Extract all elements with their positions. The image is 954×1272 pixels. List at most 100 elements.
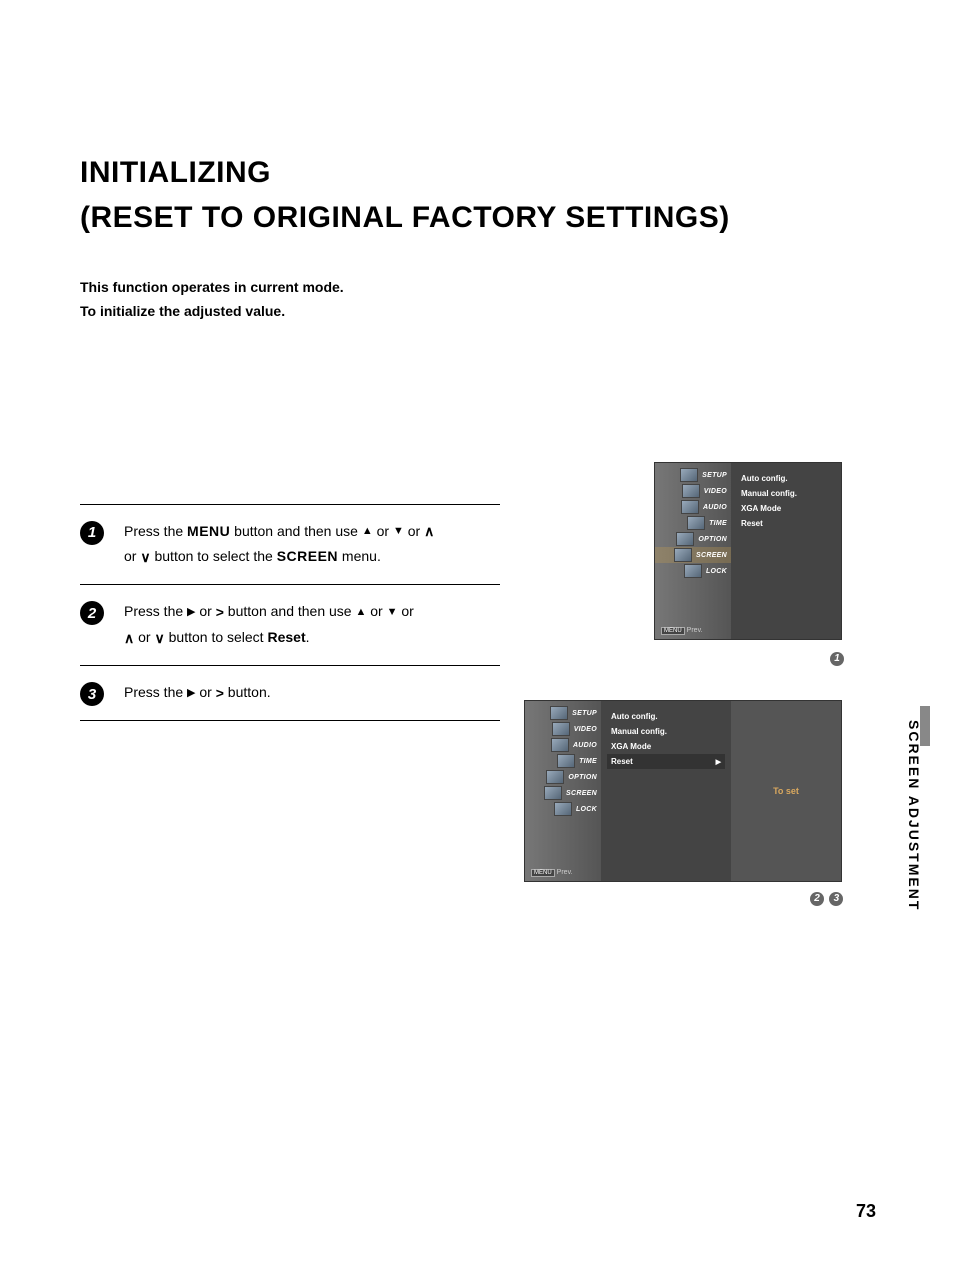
down-icon: ▼ [393, 522, 404, 542]
osd-tab-time: TIME [655, 515, 731, 531]
osd-options: Auto config. Manual config. XGA Mode Res… [731, 463, 841, 639]
osd-sidebar: SETUP VIDEO AUDIO TIME OPTION SCREEN LOC… [525, 701, 601, 881]
step-2-text: Press the ▶ or > button and then use ▲ o… [124, 599, 414, 651]
osd-tab-lock: LOCK [525, 801, 601, 817]
opt-label: Manual config. [741, 489, 797, 498]
section-label: SCREEN ADJUSTMENT [906, 720, 922, 911]
callout-number: 2 [810, 892, 824, 906]
text: or [196, 603, 216, 619]
osd-action-panel: To set [731, 701, 841, 881]
osd-tab-screen: SCREEN [525, 785, 601, 801]
osd-tab-video: VIDEO [525, 721, 601, 737]
text: button and then use [230, 523, 362, 539]
text: or [196, 684, 216, 700]
down-icon: ▼ [387, 603, 398, 623]
up-open-icon: ∧ [424, 519, 434, 544]
osd-prev-hint: MENUPrev. [531, 869, 573, 877]
step-number-badge: 3 [80, 682, 104, 706]
text: button to select [165, 629, 268, 645]
prev-text: Prev. [687, 627, 703, 634]
text: or [134, 629, 154, 645]
tab-label: SCREEN [696, 552, 731, 559]
title-line-2: (RESET TO ORIGINAL FACTORY SETTINGS) [80, 201, 730, 234]
text: or [404, 523, 424, 539]
osd-tab-setup: SETUP [655, 467, 731, 483]
callout-number: 3 [829, 892, 843, 906]
tab-label: VIDEO [704, 488, 731, 495]
osd-tab-screen: SCREEN [655, 547, 731, 563]
opt-label: XGA Mode [611, 742, 651, 751]
opt-label: Auto config. [741, 474, 788, 483]
text: or [366, 603, 386, 619]
to-set-label: To set [773, 786, 799, 796]
down-open-icon: ∨ [140, 545, 150, 570]
title-line-1: INITIALIZING [80, 156, 271, 189]
osd-screenshot-1: SETUP VIDEO AUDIO TIME OPTION SCREEN LOC… [654, 462, 842, 640]
step-number-badge: 1 [80, 521, 104, 545]
text: Press the [124, 523, 187, 539]
tab-icon [680, 468, 698, 482]
osd-opt-manual-config: Manual config. [607, 724, 725, 739]
tab-label: SCREEN [566, 790, 601, 797]
prev-button-label: MENU [661, 627, 685, 635]
osd-sidebar: SETUP VIDEO AUDIO TIME OPTION SCREEN LOC… [655, 463, 731, 639]
steps-list: 1 Press the MENU button and then use ▲ o… [80, 504, 500, 722]
step-1: 1 Press the MENU button and then use ▲ o… [80, 505, 500, 585]
screen-keyword: SCREEN [277, 548, 338, 564]
up-icon: ▲ [355, 603, 366, 623]
tab-icon [546, 770, 564, 784]
callout-number: 1 [830, 652, 844, 666]
tab-icon [552, 722, 570, 736]
intro-line-2: To initialize the adjusted value. [80, 303, 285, 319]
right-icon: ▶ [187, 603, 195, 623]
osd-tab-audio: AUDIO [655, 499, 731, 515]
page-number: 73 [856, 1201, 876, 1222]
page-title: INITIALIZING (RESET TO ORIGINAL FACTORY … [80, 150, 874, 240]
osd-tab-setup: SETUP [525, 705, 601, 721]
step-3: 3 Press the ▶ or > button. [80, 666, 500, 720]
osd-tab-option: OPTION [525, 769, 601, 785]
tab-label: VIDEO [574, 726, 601, 733]
tab-icon [681, 500, 699, 514]
osd-tab-video: VIDEO [655, 483, 731, 499]
tab-icon [684, 564, 702, 578]
tab-label: OPTION [568, 774, 601, 781]
down-open-icon: ∨ [154, 626, 164, 651]
text: Press the [124, 603, 187, 619]
right-open-icon: > [216, 600, 224, 625]
text: or [124, 548, 140, 564]
tab-icon [674, 548, 692, 562]
step-2: 2 Press the ▶ or > button and then use ▲… [80, 585, 500, 665]
prev-text: Prev. [557, 869, 573, 876]
text: button and then use [224, 603, 356, 619]
tab-label: OPTION [698, 536, 731, 543]
osd-opt-reset: Reset ▶ [607, 754, 725, 769]
tab-label: LOCK [706, 568, 731, 575]
osd-options: Auto config. Manual config. XGA Mode Res… [601, 701, 731, 881]
text: menu. [338, 548, 381, 564]
right-icon: ▶ [187, 684, 195, 704]
tab-icon [544, 786, 562, 800]
tab-icon [676, 532, 694, 546]
osd-opt-auto-config: Auto config. [737, 471, 835, 486]
text: Press the [124, 684, 187, 700]
opt-label: Reset [611, 757, 633, 766]
right-icon: ▶ [716, 758, 721, 766]
osd-tab-time: TIME [525, 753, 601, 769]
tab-label: AUDIO [703, 504, 731, 511]
step-3-text: Press the ▶ or > button. [124, 680, 271, 706]
tab-label: TIME [579, 758, 601, 765]
tab-label: AUDIO [573, 742, 601, 749]
opt-label: XGA Mode [741, 504, 781, 513]
up-icon: ▲ [362, 522, 373, 542]
osd-opt-xga-mode: XGA Mode [737, 501, 835, 516]
tab-icon [687, 516, 705, 530]
opt-label: Auto config. [611, 712, 658, 721]
step-1-text: Press the MENU button and then use ▲ or … [124, 519, 434, 571]
tab-icon [682, 484, 700, 498]
intro-text: This function operates in current mode. … [80, 276, 874, 324]
up-open-icon: ∧ [124, 626, 134, 651]
intro-line-1: This function operates in current mode. [80, 279, 344, 295]
tab-label: SETUP [572, 710, 601, 717]
callout-2-3: 2 3 [808, 890, 843, 906]
